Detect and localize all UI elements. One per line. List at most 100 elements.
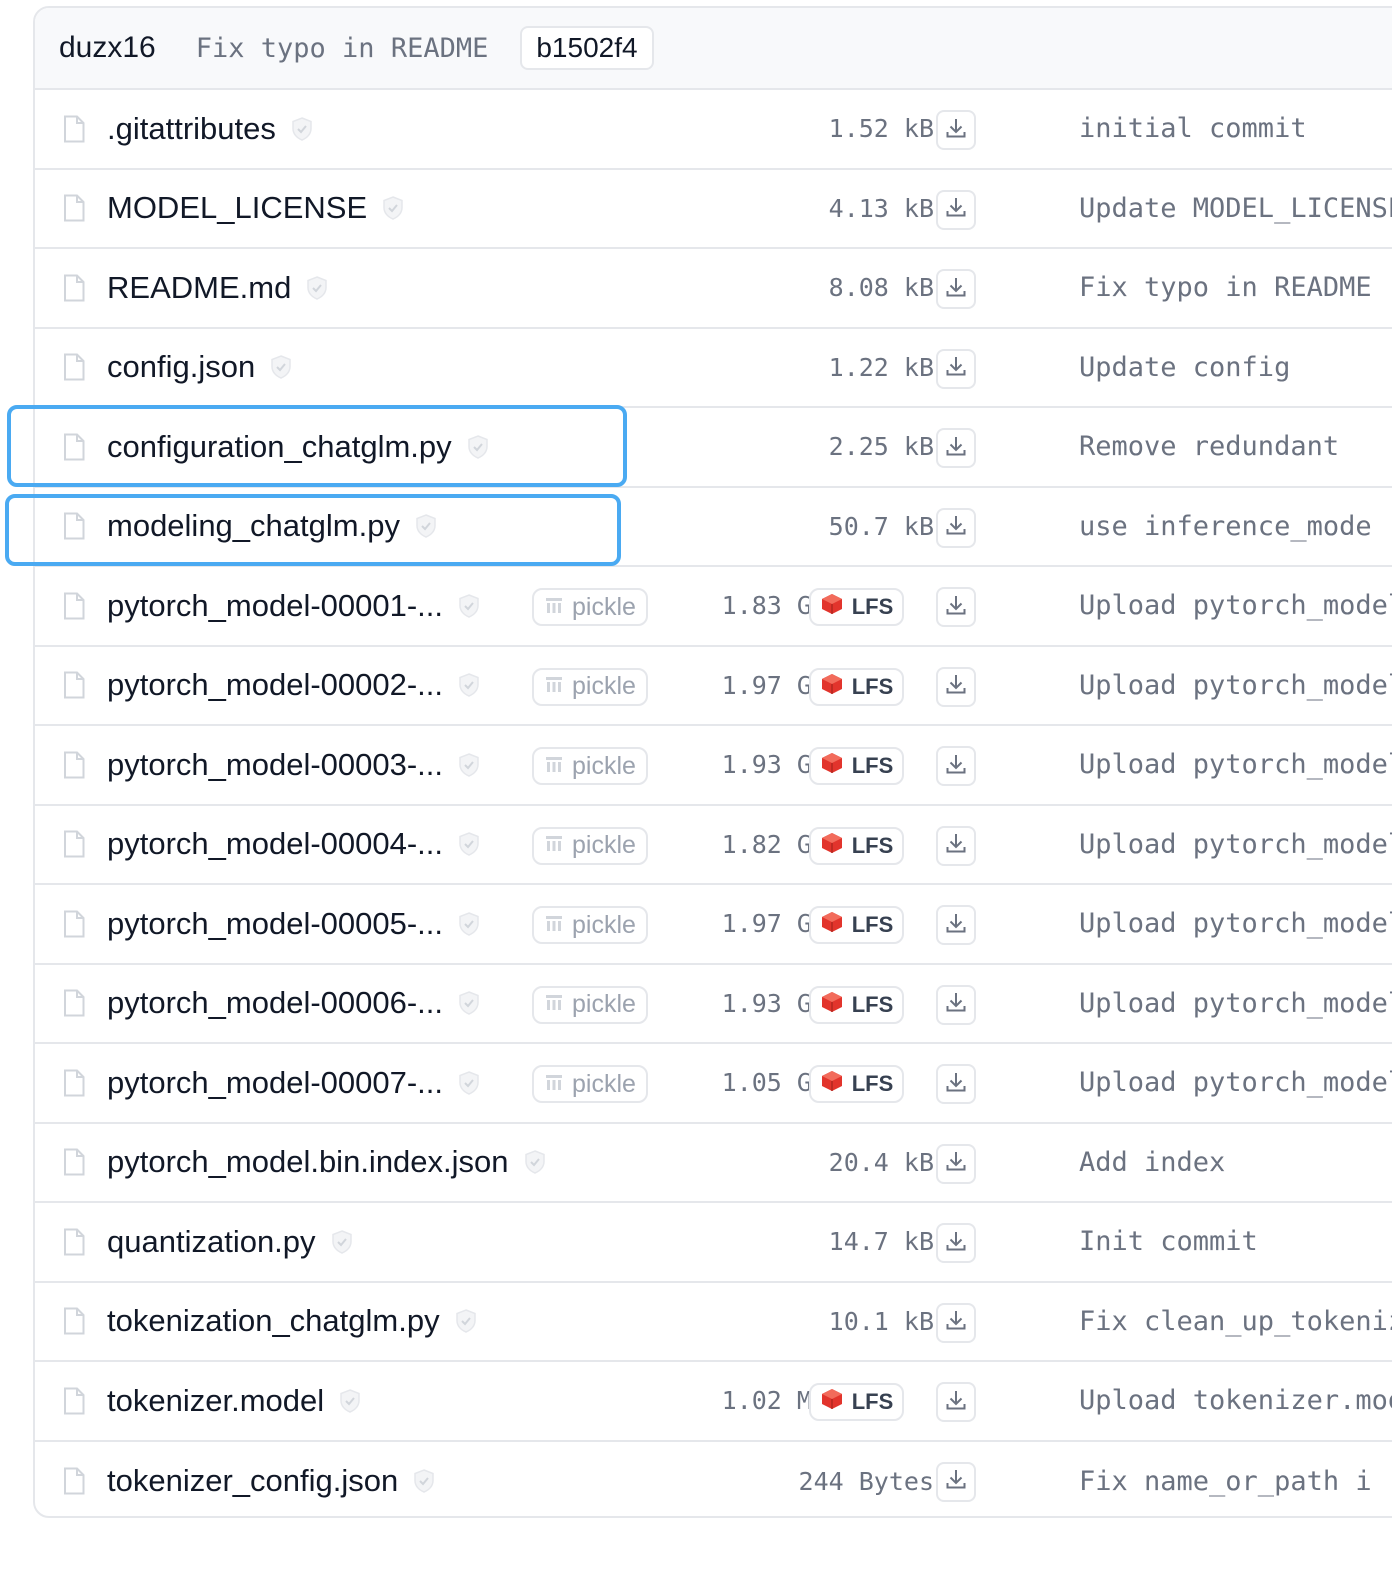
commit-message-link[interactable]: Update MODEL_LICENSE (1079, 170, 1392, 248)
file-row[interactable]: quantization.py 14.7 kB Init commit (35, 1203, 1392, 1283)
pickle-badge[interactable]: pickle (532, 826, 648, 865)
file-name-link[interactable]: .gitattributes (107, 111, 276, 147)
file-row[interactable]: .gitattributes 1.52 kB initial commit (35, 90, 1392, 170)
file-icon (63, 830, 85, 858)
download-button[interactable] (936, 428, 976, 468)
commit-message-link[interactable]: initial commit (1079, 90, 1307, 168)
file-name-link[interactable]: pytorch_model-00006-... (107, 985, 443, 1021)
download-button[interactable] (936, 905, 976, 945)
file-name-link[interactable]: tokenizer_config.json (107, 1463, 398, 1499)
file-row[interactable]: tokenizer_config.json 244 Bytes Fix name_o… (35, 1442, 1392, 1517)
download-button[interactable] (936, 1302, 976, 1343)
file-name-link[interactable]: pytorch_model-00005-... (107, 906, 443, 942)
download-button[interactable] (936, 348, 976, 389)
commit-message-link[interactable]: Upload pytorch_model (1079, 1044, 1392, 1122)
file-name-link[interactable]: README.md (107, 270, 291, 306)
pickle-badge[interactable]: pickle (532, 906, 648, 944)
lfs-badge[interactable]: LFS (809, 1065, 904, 1103)
pickle-badge[interactable]: pickle (532, 747, 648, 785)
commit-message[interactable]: Fix typo in README (196, 33, 489, 64)
file-icon (63, 274, 85, 302)
download-icon (944, 593, 968, 622)
lfs-badge[interactable]: LFS (809, 747, 904, 785)
commit-message-link[interactable]: Upload pytorch_model (1079, 647, 1392, 725)
file-row[interactable]: pytorch_model-00002-... pickle 1.97 GB LFS U… (35, 647, 1392, 726)
download-button[interactable] (936, 825, 976, 866)
commit-message-link[interactable]: Upload pytorch_model (1079, 567, 1392, 645)
commit-message-link[interactable]: Init commit (1079, 1203, 1258, 1281)
commit-message-link[interactable]: Upload pytorch_model (1079, 965, 1392, 1043)
file-row[interactable]: pytorch_model-00006-... pickle 1.93 GB LFS U… (35, 965, 1392, 1044)
commit-message-link[interactable]: Fix clean_up_tokenization (1079, 1283, 1392, 1361)
file-name-link[interactable]: quantization.py (107, 1224, 316, 1260)
file-row[interactable]: pytorch_model-00007-... pickle 1.05 GB LFS U… (35, 1044, 1392, 1124)
file-row[interactable]: pytorch_model-00003-... pickle 1.93 GB LFS U… (35, 726, 1392, 806)
file-row[interactable]: pytorch_model-00001-... pickle 1.83 GB LFS U… (35, 567, 1392, 647)
commit-author[interactable]: duzx16 (59, 31, 156, 65)
download-button[interactable] (936, 984, 976, 1025)
pickle-icon (544, 911, 572, 940)
commit-sha-badge[interactable]: b1502f4 (520, 26, 654, 70)
file-row[interactable]: modeling_chatglm.py 50.7 kB use inference_… (35, 488, 1392, 567)
file-name-link[interactable]: pytorch_model.bin.index.json (107, 1144, 509, 1180)
commit-message-link[interactable]: Upload pytorch_model (1079, 726, 1392, 804)
commit-message-link[interactable]: Fix name_or_path i (1079, 1442, 1372, 1517)
file-row[interactable]: config.json 1.22 kB Update config (35, 329, 1392, 408)
pickle-badge[interactable]: pickle (532, 1065, 648, 1103)
download-button[interactable] (936, 666, 976, 707)
download-button[interactable] (936, 189, 976, 230)
file-row[interactable]: pytorch_model.bin.index.json 20.4 kB Add i… (35, 1124, 1392, 1203)
lfs-badge[interactable]: LFS (809, 985, 904, 1024)
file-row[interactable]: README.md 8.08 kB Fix typo in README (35, 249, 1392, 329)
download-button[interactable] (936, 1382, 976, 1422)
shield-check-icon (457, 990, 481, 1016)
lfs-badge[interactable]: LFS (809, 826, 904, 865)
file-name-link[interactable]: pytorch_model-00007-... (107, 1065, 443, 1101)
commit-message-link[interactable]: Fix typo in README (1079, 249, 1372, 327)
download-button[interactable] (936, 507, 976, 548)
pickle-badge[interactable]: pickle (532, 588, 648, 626)
download-button[interactable] (936, 110, 976, 150)
latest-commit-header: duzx16 Fix typo in README b1502f4 (35, 8, 1392, 90)
file-name-link[interactable]: MODEL_LICENSE (107, 190, 367, 226)
file-name-link[interactable]: config.json (107, 349, 255, 385)
file-row[interactable]: tokenization_chatglm.py 10.1 kB Fix clean_… (35, 1283, 1392, 1362)
download-icon (944, 911, 968, 940)
download-button[interactable] (936, 1143, 976, 1184)
commit-message-link[interactable]: Update config (1079, 329, 1290, 407)
file-row[interactable]: configuration_chatglm.py 2.25 kB Remove re… (35, 408, 1392, 488)
file-name-link[interactable]: pytorch_model-00002-... (107, 667, 443, 703)
file-size: 50.7 kB (828, 511, 934, 541)
lfs-badge[interactable]: LFS (809, 667, 904, 706)
commit-message-link[interactable]: Remove redundant (1079, 408, 1339, 486)
file-row[interactable]: MODEL_LICENSE 4.13 kB Update MODEL_LICENSE (35, 170, 1392, 249)
commit-message-link[interactable]: Add index (1079, 1124, 1225, 1202)
file-name-link[interactable]: modeling_chatglm.py (107, 508, 400, 544)
lfs-badge[interactable]: LFS (809, 588, 904, 626)
file-name-link[interactable]: tokenization_chatglm.py (107, 1303, 440, 1339)
download-button[interactable] (936, 746, 976, 786)
download-button[interactable] (936, 1223, 976, 1263)
file-name-link[interactable]: pytorch_model-00004-... (107, 826, 443, 862)
lfs-label: LFS (851, 1071, 894, 1096)
file-name-link[interactable]: pytorch_model-00001-... (107, 588, 443, 624)
commit-message-link[interactable]: Upload tokenizer.model (1079, 1362, 1392, 1440)
download-button[interactable] (936, 1461, 976, 1502)
pickle-badge[interactable]: pickle (532, 985, 648, 1024)
commit-message-link[interactable]: Upload pytorch_model (1079, 885, 1392, 963)
file-name-link[interactable]: tokenizer.model (107, 1383, 324, 1419)
file-name-link[interactable]: configuration_chatglm.py (107, 429, 452, 465)
commit-message-link[interactable]: use inference_mode (1079, 488, 1372, 566)
commit-message-link[interactable]: Upload pytorch_model (1079, 806, 1392, 884)
file-row[interactable]: tokenizer.model 1.02 MB LFS Upload tokenize… (35, 1362, 1392, 1442)
pickle-label: pickle (572, 831, 636, 859)
lfs-badge[interactable]: LFS (809, 1383, 904, 1421)
file-name-link[interactable]: pytorch_model-00003-... (107, 747, 443, 783)
file-row[interactable]: pytorch_model-00005-... pickle 1.97 GB LFS U… (35, 885, 1392, 965)
download-button[interactable] (936, 1064, 976, 1104)
pickle-badge[interactable]: pickle (532, 667, 648, 706)
download-button[interactable] (936, 269, 976, 309)
file-row[interactable]: pytorch_model-00004-... pickle 1.82 GB LFS U… (35, 806, 1392, 885)
lfs-badge[interactable]: LFS (809, 906, 904, 944)
download-button[interactable] (936, 587, 976, 627)
